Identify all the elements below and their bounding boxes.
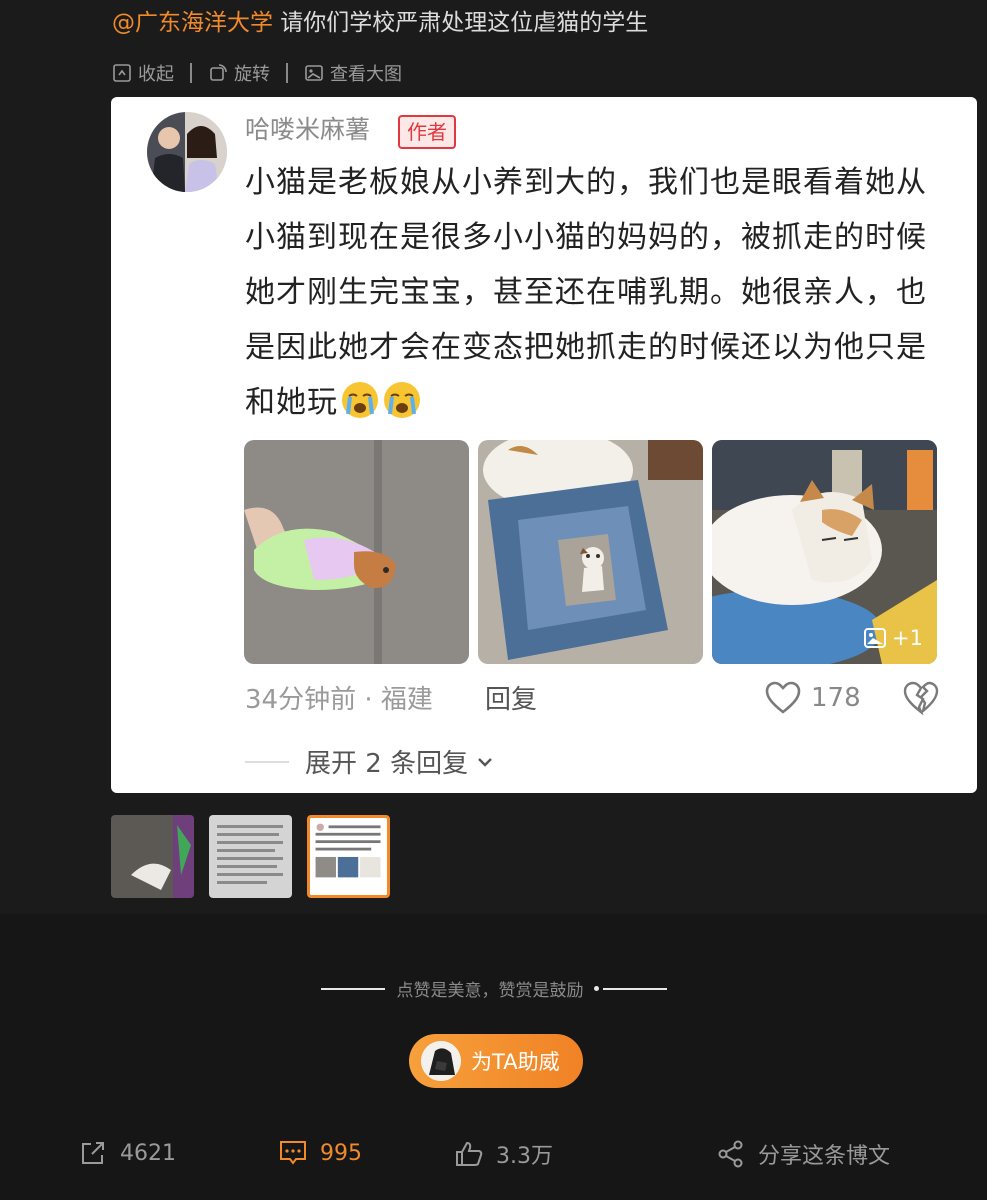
view-large-button[interactable]: 查看大图 — [304, 60, 402, 86]
toolbar-divider — [286, 63, 288, 83]
image-toolbar: 收起 旋转 查看大图 — [112, 58, 402, 88]
post-text: @广东海洋大学 请你们学校严肃处理这位虐猫的学生 — [112, 6, 648, 40]
comment-photo-3[interactable]: +1 — [712, 440, 937, 664]
comment-username[interactable]: 哈喽米麻薯 — [245, 113, 370, 147]
repost-count: 4621 — [120, 1140, 176, 1166]
crying-face-icon — [342, 382, 378, 418]
praise-line-right — [602, 987, 667, 990]
post-body: 请你们学校严肃处理这位虐猫的学生 — [273, 10, 649, 36]
crying-face-icon — [384, 382, 420, 418]
comment-button[interactable]: 995 — [278, 1138, 362, 1168]
expand-replies-label: 展开 2 条回复 — [305, 749, 469, 779]
share-post-label: 分享这条博文 — [758, 1144, 891, 1169]
cheer-label: 为TA助威 — [471, 1050, 560, 1074]
image-icon — [864, 628, 887, 648]
dislike-button[interactable] — [903, 681, 939, 719]
rotate-label: 旋转 — [234, 64, 270, 85]
avatar[interactable] — [147, 112, 227, 192]
more-photos-count: +1 — [892, 626, 923, 650]
share-icon — [718, 1140, 743, 1168]
comment-like-count: 178 — [811, 683, 861, 713]
praise-line-left — [320, 987, 385, 990]
collapse-button[interactable]: 收起 — [112, 60, 174, 86]
image-thumbnail-2[interactable] — [209, 815, 292, 898]
image-thumbnail-1[interactable] — [111, 815, 194, 898]
comment-body: 小猫是老板娘从小养到大的，我们也是眼看着她从小猫到现在是很多小小猫的妈妈的，被抓… — [245, 155, 955, 430]
chevron-down-icon — [478, 757, 492, 767]
share-out-icon — [82, 1142, 104, 1164]
cheer-avatar — [421, 1041, 461, 1081]
collapse-label: 收起 — [138, 64, 174, 85]
praise-divider: 点赞是美意，赞赏是鼓励 — [0, 976, 987, 1001]
praise-dot — [593, 986, 599, 991]
view-large-label: 查看大图 — [330, 64, 402, 85]
image-thumbnail-3[interactable] — [307, 815, 390, 898]
like-count: 3.3万 — [496, 1144, 553, 1169]
author-badge: 作者 — [398, 115, 456, 149]
mention-link[interactable]: @广东海洋大学 — [112, 10, 273, 36]
thumbs-up-icon — [456, 1141, 483, 1166]
comment-count: 995 — [320, 1140, 362, 1166]
expand-divider — [245, 760, 289, 763]
praise-text: 点赞是美意，赞赏是鼓励 — [396, 981, 584, 1001]
comment-photo-1[interactable] — [244, 440, 469, 664]
like-button[interactable]: 3.3万 — [454, 1138, 553, 1170]
share-post-button[interactable]: 分享这条博文 — [716, 1138, 890, 1170]
rotate-button[interactable]: 旋转 — [208, 60, 270, 86]
repost-button[interactable]: 4621 — [78, 1138, 176, 1168]
heart-icon — [765, 681, 801, 714]
broken-heart-icon — [903, 681, 939, 716]
more-photos-badge: +1 — [864, 626, 923, 650]
rotate-icon — [210, 64, 227, 81]
comment-photo-2[interactable] — [478, 440, 703, 664]
reply-button[interactable]: 回复 — [485, 683, 537, 717]
collapse-icon — [113, 64, 131, 82]
expand-replies-button[interactable]: 展开 2 条回复 — [245, 743, 496, 780]
comment-screenshot-card[interactable]: 哈喽米麻薯 作者 小猫是老板娘从小养到大的，我们也是眼看着她从小猫到现在是很多小… — [111, 97, 977, 793]
comment-icon — [280, 1141, 306, 1165]
cheer-button[interactable]: 为TA助威 — [409, 1034, 583, 1088]
image-icon — [305, 65, 323, 81]
comment-time-location: 34分钟前 · 福建 — [245, 685, 433, 715]
comment-like-button[interactable]: 178 — [765, 681, 861, 715]
toolbar-divider — [190, 63, 192, 83]
